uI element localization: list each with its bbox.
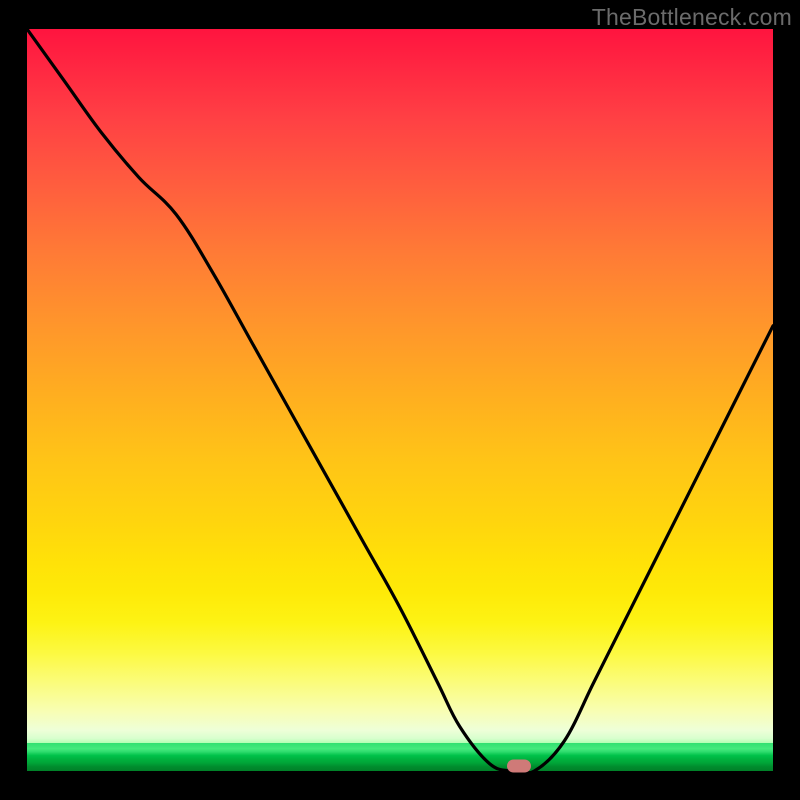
bottleneck-curve-path xyxy=(27,29,773,771)
chart-container: TheBottleneck.com xyxy=(0,0,800,800)
curve-svg xyxy=(27,29,773,771)
plot-area xyxy=(27,29,773,771)
minimum-marker xyxy=(507,760,531,773)
watermark-text: TheBottleneck.com xyxy=(592,4,792,31)
